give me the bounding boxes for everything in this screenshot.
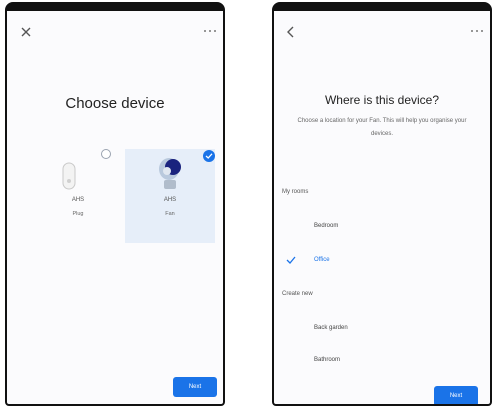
plug-radio[interactable]: [101, 149, 111, 159]
where-is-device-screen: Where is this device? Choose a location …: [272, 2, 492, 406]
device-type: Fan: [165, 211, 175, 217]
choose-device-screen: Choose device AHS Plug AHS Fan Next: [5, 2, 225, 406]
back-arrow-icon[interactable]: [284, 25, 298, 39]
room-item-bathroom[interactable]: Bathroom: [314, 357, 340, 363]
device-name: AHS: [163, 197, 177, 203]
more-options-icon[interactable]: [470, 29, 484, 33]
fan-icon: [159, 158, 181, 189]
device-type: Plug: [72, 211, 84, 217]
next-button[interactable]: Next: [434, 386, 478, 404]
room-item-bedroom[interactable]: Bedroom: [314, 223, 338, 229]
page-subtitle: Choose a location for your Fan. This wil…: [297, 118, 467, 137]
next-button[interactable]: Next: [173, 377, 217, 397]
device-card-plug[interactable]: AHS Plug: [33, 149, 123, 243]
page-title: Choose device: [65, 95, 165, 112]
device-name: AHS: [71, 197, 85, 203]
check-icon: [205, 153, 213, 159]
room-item-back-garden[interactable]: Back garden: [314, 325, 348, 331]
device-card-fan[interactable]: AHS Fan: [125, 149, 215, 243]
close-icon[interactable]: [19, 25, 33, 39]
fan-radio-checked[interactable]: [203, 150, 215, 162]
checkmark-icon: [286, 256, 296, 264]
section-header-create-new: Create new: [282, 291, 313, 297]
plug-icon: [62, 162, 76, 190]
page-title: Where is this device?: [324, 93, 440, 107]
section-header-my-rooms: My rooms: [282, 189, 309, 195]
room-item-office[interactable]: Office: [314, 257, 330, 263]
more-options-icon[interactable]: [203, 29, 217, 33]
